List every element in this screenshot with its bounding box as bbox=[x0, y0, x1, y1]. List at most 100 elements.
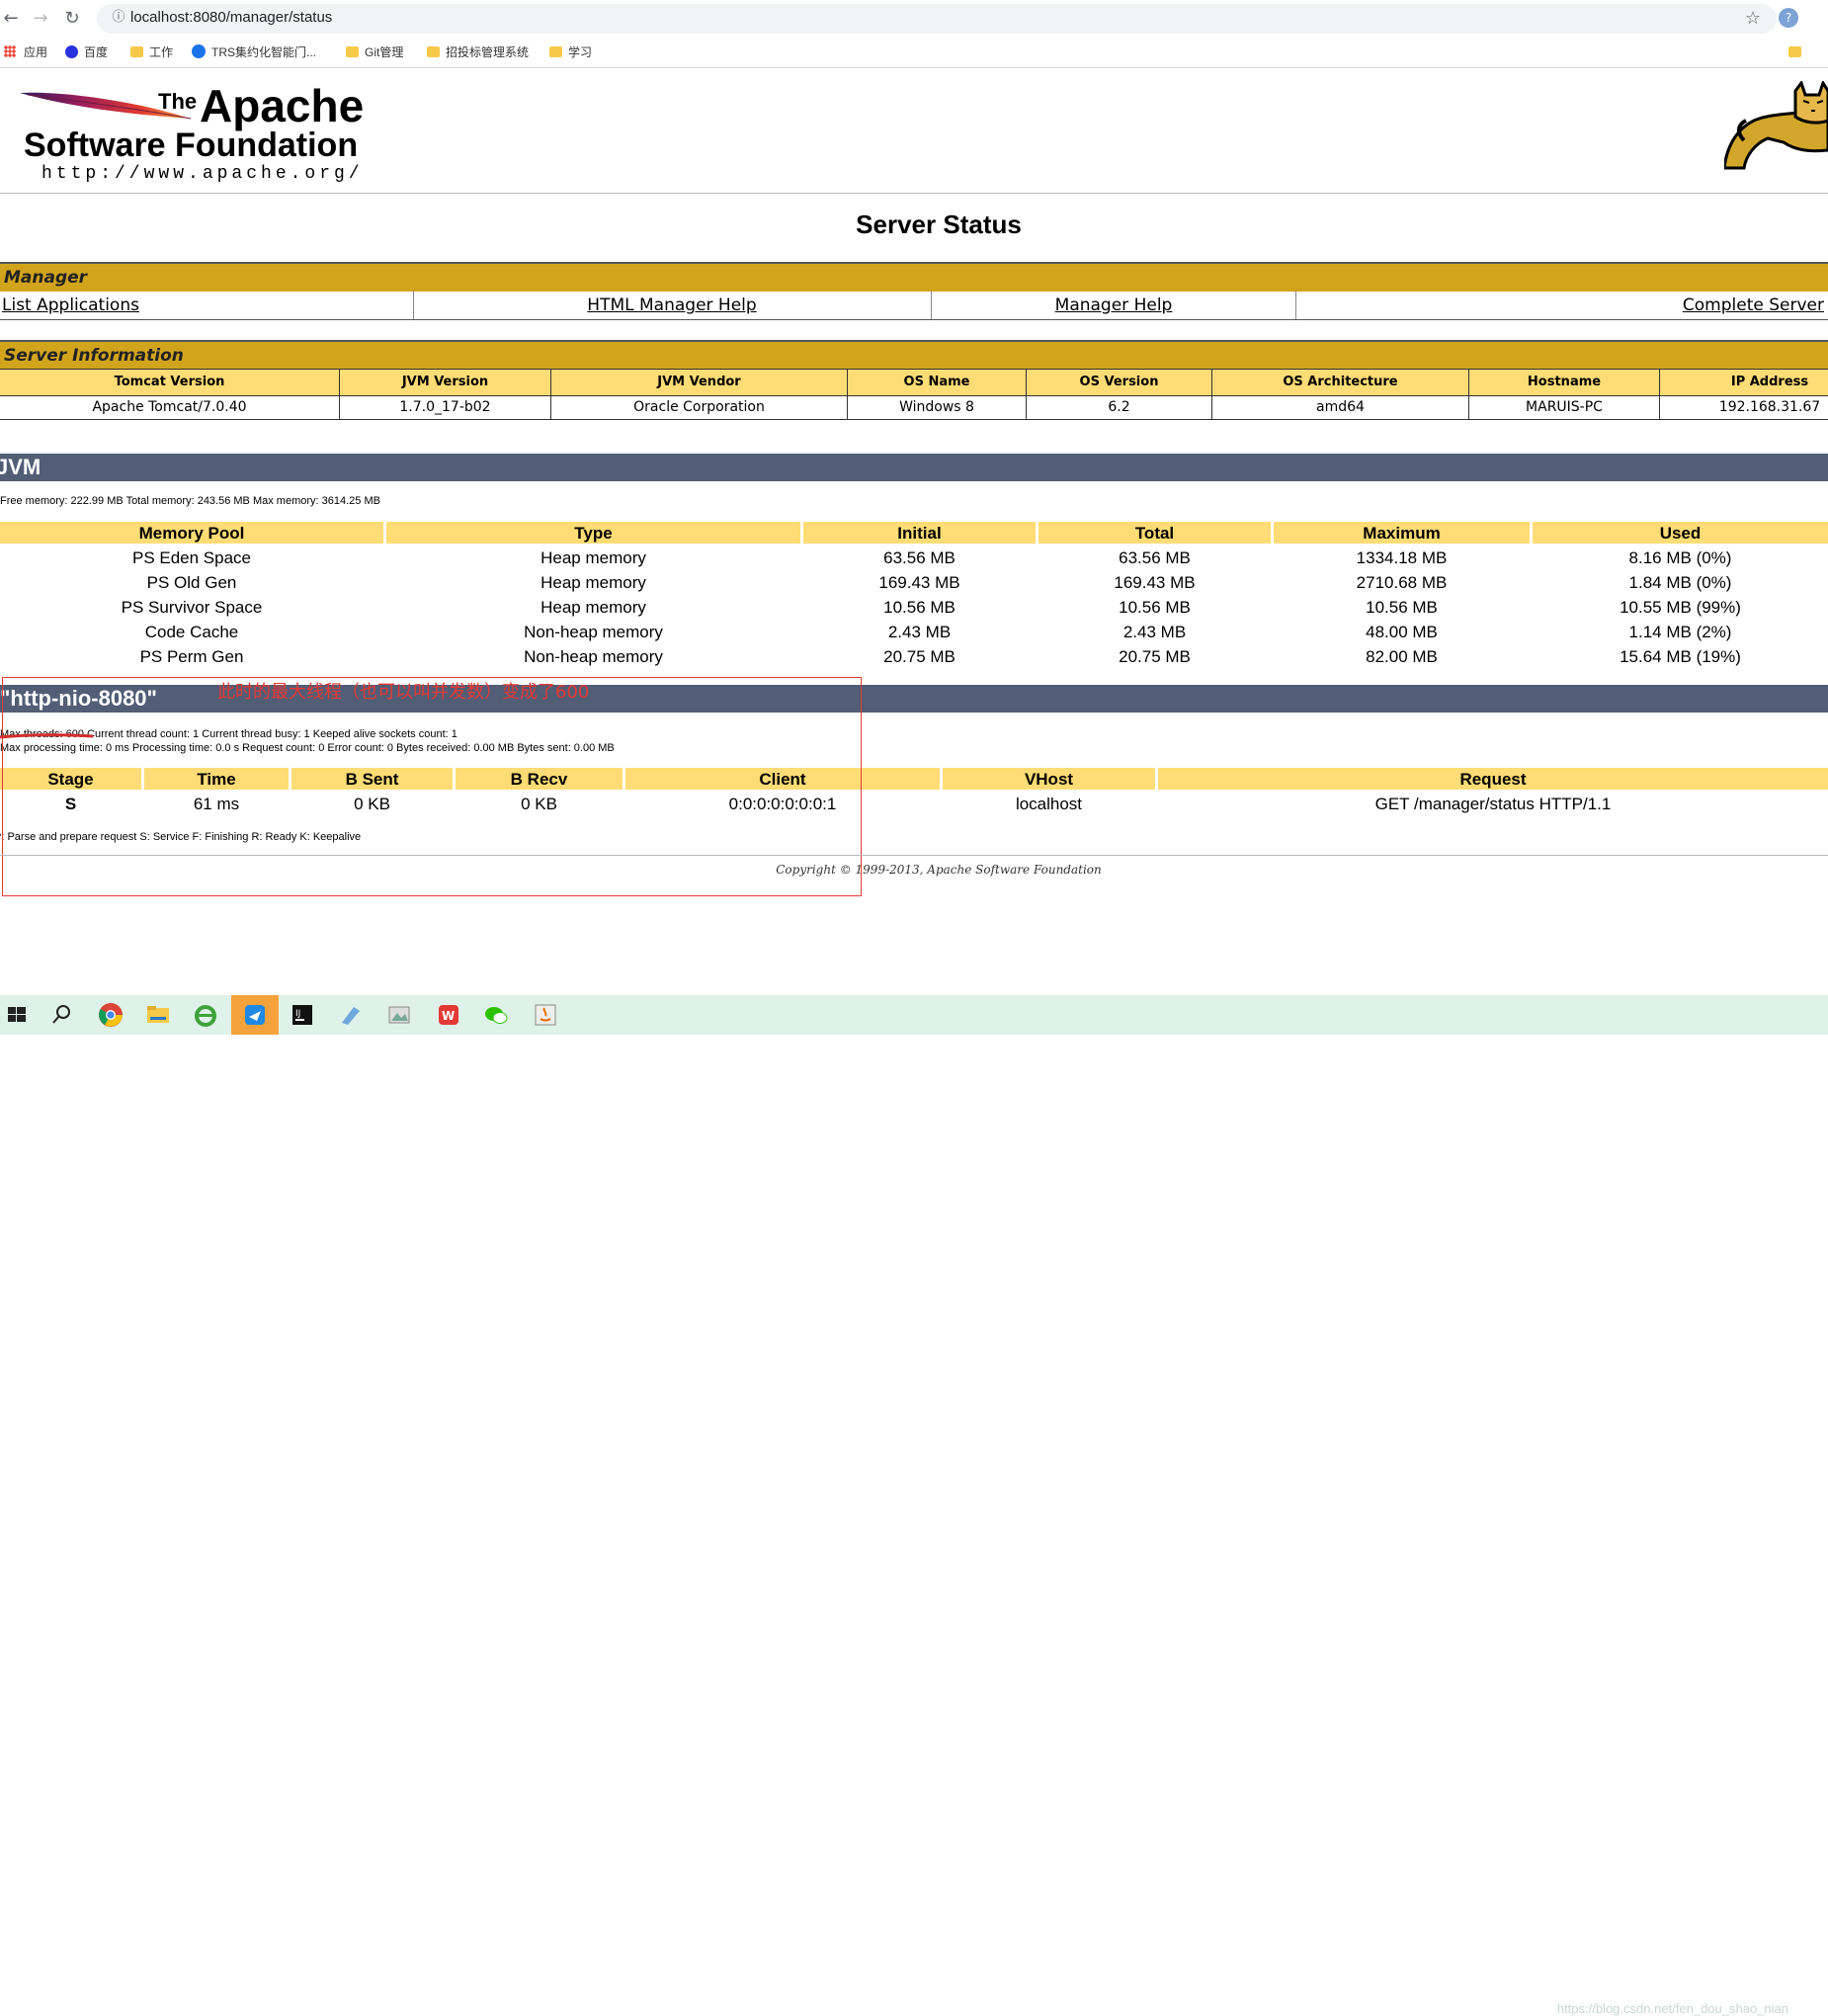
html-manager-help-link[interactable]: HTML Manager Help bbox=[587, 295, 756, 315]
browser-toolbar: ← → ↻ ⓘ localhost:8080/manager/status ☆ … bbox=[0, 0, 1828, 39]
logo-the: The bbox=[158, 89, 198, 114]
th-initial: Initial bbox=[803, 522, 1036, 544]
cell-type: Non-heap memory bbox=[524, 623, 663, 641]
info-icon[interactable]: ⓘ bbox=[111, 10, 126, 26]
footer-divider bbox=[0, 855, 1828, 856]
cell-type: Heap memory bbox=[540, 548, 646, 567]
cell-maximum: 10.56 MB bbox=[1366, 598, 1438, 617]
cell-maximum: 48.00 MB bbox=[1366, 623, 1438, 641]
th-os-name: OS Name bbox=[848, 370, 1027, 395]
complete-server-status-link[interactable]: Complete Server bbox=[1683, 295, 1824, 315]
th-maximum: Maximum bbox=[1274, 522, 1530, 544]
list-applications-link[interactable]: List Applications bbox=[2, 295, 139, 315]
bookmark-git[interactable]: Git管理 bbox=[346, 43, 403, 61]
folder-icon bbox=[549, 46, 562, 57]
logo-apache: Apache bbox=[200, 80, 365, 131]
trs-icon bbox=[192, 44, 206, 58]
cell-initial: 10.56 MB bbox=[883, 598, 956, 617]
svg-text:IJ: IJ bbox=[295, 1009, 300, 1019]
search-icon[interactable] bbox=[45, 999, 77, 1031]
cell-pool: Code Cache bbox=[144, 623, 239, 641]
bookmark-more[interactable] bbox=[1788, 43, 1807, 61]
th-jvm-version: JVM Version bbox=[340, 370, 551, 395]
cell-initial: 63.56 MB bbox=[883, 548, 956, 567]
reload-icon[interactable]: ↻ bbox=[61, 8, 83, 30]
table-row: Code Cache Non-heap memory 2.43 MB 2.43 … bbox=[0, 620, 1828, 644]
table-row: PS Eden Space Heap memory 63.56 MB 63.56… bbox=[0, 546, 1828, 570]
cell-initial: 169.43 MB bbox=[878, 573, 960, 592]
page-title: Server Status bbox=[856, 210, 1022, 239]
th-hostname: Hostname bbox=[1469, 370, 1660, 395]
url-text[interactable]: localhost:8080/manager/status bbox=[130, 9, 332, 26]
th-total: Total bbox=[1039, 522, 1271, 544]
bookmark-apps[interactable]: 应用 bbox=[4, 43, 47, 61]
td-jvm-version: 1.7.0_17-b02 bbox=[340, 395, 551, 419]
java-icon[interactable] bbox=[530, 999, 561, 1031]
th-vhost: VHost bbox=[943, 768, 1155, 790]
cell-used: 10.55 MB (99%) bbox=[1620, 598, 1741, 617]
cell-type: Heap memory bbox=[540, 598, 646, 617]
folder-icon bbox=[346, 46, 359, 57]
windows-start-icon[interactable] bbox=[2, 999, 34, 1031]
manager-help-link[interactable]: Manager Help bbox=[1055, 295, 1173, 315]
cell-initial: 20.75 MB bbox=[883, 647, 956, 666]
svg-text:W: W bbox=[442, 1009, 455, 1023]
manager-links-row: List Applications HTML Manager Help Mana… bbox=[0, 291, 1828, 320]
bookmark-star-icon[interactable]: ☆ bbox=[1745, 8, 1761, 29]
intellij-icon[interactable]: IJ bbox=[287, 999, 318, 1031]
cell-total: 169.43 MB bbox=[1114, 573, 1196, 592]
manager-header: Manager bbox=[0, 262, 1828, 292]
copyright: Copyright © 1999-2013, Apache Software F… bbox=[776, 863, 1102, 877]
th-memory-pool: Memory Pool bbox=[0, 522, 383, 544]
th-os-version: OS Version bbox=[1027, 370, 1212, 395]
back-icon[interactable]: ← bbox=[0, 8, 22, 30]
cell-pool: PS Perm Gen bbox=[139, 647, 244, 666]
apps-grid-icon bbox=[4, 45, 16, 57]
th-type: Type bbox=[386, 522, 800, 544]
cell-total: 2.43 MB bbox=[1122, 623, 1187, 641]
ie-icon[interactable] bbox=[190, 999, 221, 1031]
td-hostname: MARUIS-PC bbox=[1469, 395, 1660, 419]
cell-maximum: 2710.68 MB bbox=[1356, 573, 1448, 592]
td-os-name: Windows 8 bbox=[848, 395, 1027, 419]
bookmark-trs[interactable]: TRS集约化智能门... bbox=[192, 43, 316, 61]
baidu-icon bbox=[65, 45, 78, 58]
apache-logo[interactable]: The Apache Software Foundation http://ww… bbox=[10, 79, 385, 184]
jvm-heading: JVM bbox=[0, 454, 1828, 481]
taskbar: IJ W https://blog.csdn.net/fen_dou_shao_… bbox=[0, 995, 1828, 2016]
bookmark-baidu[interactable]: 百度 bbox=[65, 43, 108, 61]
header-divider bbox=[0, 193, 1828, 194]
bookmark-bidding[interactable]: 招投标管理系统 bbox=[427, 43, 529, 61]
cell-type: Non-heap memory bbox=[524, 647, 663, 666]
th-used: Used bbox=[1533, 522, 1828, 544]
chrome-icon[interactable] bbox=[95, 999, 126, 1031]
cell-used: 8.16 MB (0%) bbox=[1628, 548, 1732, 567]
wps-icon[interactable]: W bbox=[433, 999, 464, 1031]
notepad-icon[interactable] bbox=[334, 999, 366, 1031]
manager-cell-complete: Complete Server bbox=[1296, 291, 1824, 319]
td-os-version: 6.2 bbox=[1027, 395, 1212, 419]
server-info-table-row: Apache Tomcat/7.0.40 1.7.0_17-b02 Oracle… bbox=[0, 395, 1828, 420]
manager-cell-list: List Applications bbox=[0, 291, 414, 319]
bookmark-work[interactable]: 工作 bbox=[130, 43, 173, 61]
cell-used: 1.84 MB (0%) bbox=[1628, 573, 1732, 592]
bookmarks-bar: 应用 百度 工作 TRS集约化智能门... Git管理 招投标管理系统 学习 bbox=[0, 38, 1828, 68]
cell-used: 15.64 MB (19%) bbox=[1620, 647, 1741, 666]
tomcat-logo[interactable] bbox=[1724, 81, 1828, 175]
manager-heading: Manager bbox=[4, 268, 88, 288]
file-explorer-icon[interactable] bbox=[142, 999, 174, 1031]
extension-icon[interactable]: ? bbox=[1779, 8, 1798, 28]
address-bar[interactable]: ⓘ localhost:8080/manager/status ☆ bbox=[97, 4, 1777, 34]
folder-icon bbox=[130, 46, 143, 57]
server-info-header: Server Information bbox=[0, 340, 1828, 370]
image-viewer-icon[interactable] bbox=[383, 999, 415, 1031]
cell-total: 10.56 MB bbox=[1119, 598, 1191, 617]
memory-pool-header: Memory Pool Type Initial Total Maximum U… bbox=[0, 522, 1828, 544]
cell-pool: PS Survivor Space bbox=[121, 598, 263, 617]
th-request: Request bbox=[1158, 768, 1828, 790]
forward-icon[interactable]: → bbox=[30, 8, 51, 30]
bookmark-study[interactable]: 学习 bbox=[549, 43, 592, 61]
dingtalk-icon[interactable] bbox=[239, 999, 271, 1031]
watermark: https://blog.csdn.net/fen_dou_shao_nian bbox=[1556, 2001, 1788, 2016]
wechat-icon[interactable] bbox=[480, 999, 512, 1031]
